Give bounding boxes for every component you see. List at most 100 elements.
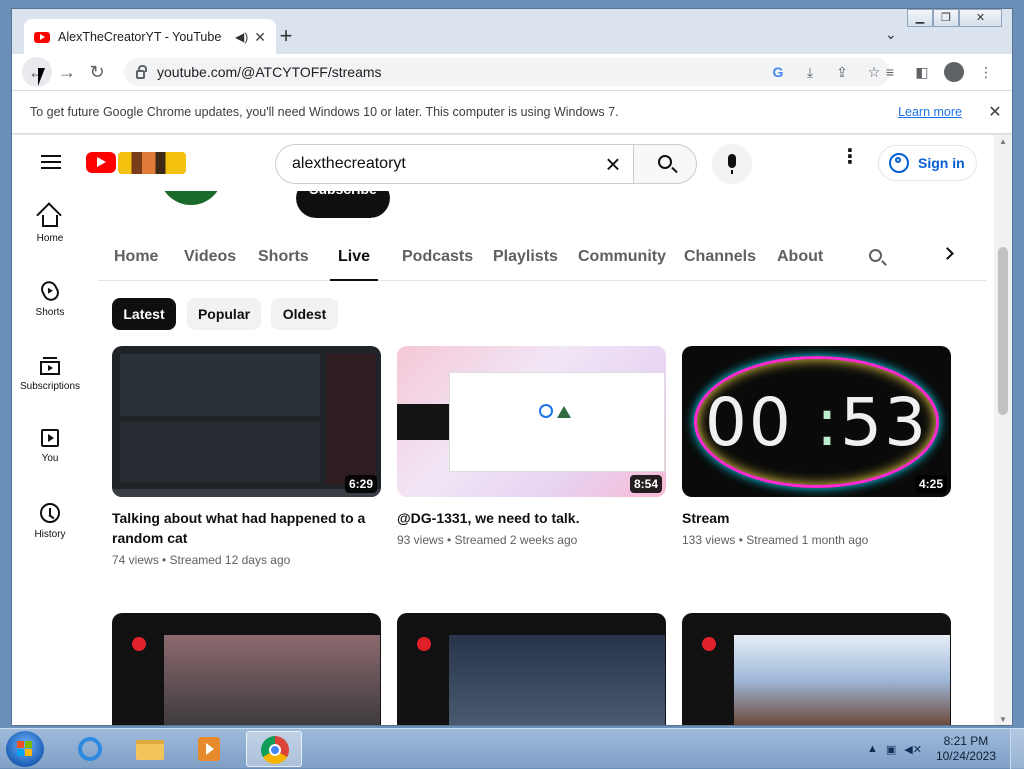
- chevron-right-icon[interactable]: [941, 247, 954, 260]
- clock[interactable]: 8:21 PM 10/24/2023: [936, 734, 996, 764]
- tab-playlists[interactable]: Playlists: [493, 231, 558, 281]
- timer-display: 00 :53: [704, 384, 929, 461]
- tab-close-icon[interactable]: ✕: [254, 29, 266, 46]
- tab-shorts[interactable]: Shorts: [258, 231, 309, 281]
- chip-latest[interactable]: Latest: [112, 298, 176, 330]
- new-tab-button[interactable]: +: [274, 25, 298, 47]
- taskbar-chrome[interactable]: [246, 731, 302, 767]
- channel-tabs: Home Videos Shorts Live Podcasts Playlis…: [98, 231, 986, 281]
- google-translate-icon[interactable]: G: [762, 64, 794, 80]
- page-scrollbar[interactable]: ▲ ▼: [994, 135, 1012, 725]
- video-card[interactable]: 6:29 Talking about what had happened to …: [112, 346, 381, 567]
- video-thumbnail[interactable]: [682, 613, 951, 725]
- toolbar-actions: ≡ ◧ ⋮: [874, 58, 1002, 86]
- video-duration: 4:25: [914, 475, 947, 493]
- tab-videos[interactable]: Videos: [184, 231, 236, 281]
- video-card[interactable]: 8:54 @DG-1331, we need to talk. 93 views…: [397, 346, 666, 547]
- video-title[interactable]: Talking about what had happened to a ran…: [112, 508, 381, 548]
- voice-search-button[interactable]: [712, 144, 752, 184]
- microphone-icon: [728, 154, 736, 174]
- tab-title: AlexTheCreatorYT - YouTube: [58, 30, 222, 44]
- menu-hamburger-icon[interactable]: [41, 155, 61, 169]
- volume-muted-icon[interactable]: ◀✕: [904, 743, 922, 756]
- nav-item-home[interactable]: Home: [16, 193, 84, 259]
- reload-button[interactable]: ↻: [82, 57, 112, 87]
- show-desktop-button[interactable]: [1010, 729, 1024, 769]
- you-icon: [41, 429, 59, 447]
- install-app-icon[interactable]: ⤓: [794, 64, 826, 81]
- video-title[interactable]: @DG-1331, we need to talk.: [397, 508, 666, 528]
- scroll-up-arrow-icon[interactable]: ▲: [994, 135, 1012, 149]
- video-duration: 8:54: [629, 475, 662, 493]
- taskbar-internet-explorer[interactable]: [62, 731, 118, 767]
- tab-podcasts[interactable]: Podcasts: [402, 231, 473, 281]
- nav-item-shorts[interactable]: Shorts: [16, 267, 84, 333]
- video-card[interactable]: [112, 613, 381, 725]
- nav-item-you[interactable]: You: [16, 415, 84, 481]
- tab-live[interactable]: Live: [330, 231, 379, 281]
- browser-tab[interactable]: AlexTheCreatorYT - YouTube ◀) ✕: [24, 19, 276, 55]
- tab-about[interactable]: About: [777, 231, 823, 281]
- close-window-button[interactable]: ✕: [959, 9, 1002, 27]
- youtube-doodle-logo[interactable]: [118, 152, 186, 174]
- learn-more-link[interactable]: Learn more: [898, 105, 962, 119]
- infobar-text: To get future Google Chrome updates, you…: [30, 105, 619, 119]
- sign-in-button[interactable]: Sign in: [878, 145, 977, 181]
- video-meta: 93 views • Streamed 2 weeks ago: [397, 533, 578, 547]
- infobar-close-icon[interactable]: ✕: [978, 102, 1012, 122]
- chip-popular[interactable]: Popular: [187, 298, 261, 330]
- lock-icon[interactable]: [136, 64, 147, 79]
- show-hidden-icons-icon[interactable]: ▲: [867, 743, 878, 755]
- side-panel-icon[interactable]: ◧: [906, 58, 938, 86]
- reading-list-icon[interactable]: ≡: [874, 58, 906, 86]
- tab-community[interactable]: Community: [578, 231, 666, 281]
- back-button[interactable]: ←: [22, 57, 52, 87]
- chip-oldest[interactable]: Oldest: [271, 298, 338, 330]
- taskbar-media-player[interactable]: [182, 731, 238, 767]
- url-text[interactable]: youtube.com/@ATCYTOFF/streams: [157, 64, 762, 80]
- video-thumbnail[interactable]: 00 :53 4:25: [682, 346, 951, 497]
- chrome-icon: [261, 736, 289, 764]
- settings-more-icon[interactable]: ⋮: [838, 147, 862, 177]
- nav-label: Shorts: [35, 307, 65, 318]
- history-icon: [40, 503, 60, 523]
- system-tray: ▲ ▣ ◀✕ 8:21 PM 10/24/2023: [867, 729, 996, 769]
- search-query[interactable]: alexthecreatoryt: [292, 155, 593, 173]
- scroll-down-arrow-icon[interactable]: ▼: [994, 713, 1012, 725]
- video-thumbnail[interactable]: 8:54: [397, 346, 666, 497]
- tab-strip: AlexTheCreatorYT - YouTube ◀) ✕ + ⌄ ▁ ❐ …: [12, 9, 1012, 55]
- video-thumbnail[interactable]: [397, 613, 666, 725]
- browser-toolbar: ← → ↻ youtube.com/@ATCYTOFF/streams G ⤓ …: [12, 54, 1012, 90]
- minimize-button[interactable]: ▁: [907, 9, 933, 27]
- search-input[interactable]: alexthecreatoryt ×: [275, 144, 633, 184]
- scrollbar-thumb[interactable]: [998, 247, 1008, 415]
- maximize-button[interactable]: ❐: [933, 9, 959, 27]
- video-thumbnail[interactable]: 6:29: [112, 346, 381, 497]
- search-button[interactable]: [633, 144, 697, 184]
- start-button[interactable]: [6, 731, 44, 767]
- address-bar[interactable]: youtube.com/@ATCYTOFF/streams G ⤓ ⇪ ☆: [124, 58, 890, 86]
- video-title[interactable]: Stream: [682, 508, 951, 528]
- video-thumbnail[interactable]: [112, 613, 381, 725]
- video-card[interactable]: 00 :53 4:25 Stream 133 views • Streamed …: [682, 346, 951, 547]
- channel-search-icon[interactable]: [869, 249, 882, 262]
- video-card[interactable]: [397, 613, 666, 725]
- tab-search-chevron-icon[interactable]: ⌄: [885, 26, 897, 43]
- youtube-logo-icon[interactable]: [86, 152, 116, 173]
- video-card[interactable]: [682, 613, 951, 725]
- tab-channels[interactable]: Channels: [684, 231, 756, 281]
- clock-time: 8:21 PM: [943, 734, 989, 748]
- video-meta: 74 views • Streamed 12 days ago: [112, 553, 291, 567]
- tab-home[interactable]: Home: [114, 231, 158, 281]
- taskbar-file-explorer[interactable]: [122, 731, 178, 767]
- nav-item-history[interactable]: History: [16, 489, 84, 555]
- forward-button[interactable]: →: [52, 57, 82, 87]
- network-icon[interactable]: ▣: [886, 743, 896, 756]
- profile-icon[interactable]: [938, 58, 970, 86]
- clear-search-icon[interactable]: ×: [593, 149, 633, 179]
- share-icon[interactable]: ⇪: [826, 64, 858, 81]
- chrome-menu-icon[interactable]: ⋮: [970, 58, 1002, 86]
- media-player-icon: [198, 737, 220, 761]
- speaker-icon[interactable]: ◀): [235, 30, 248, 44]
- nav-item-subscriptions[interactable]: Subscriptions: [16, 341, 84, 407]
